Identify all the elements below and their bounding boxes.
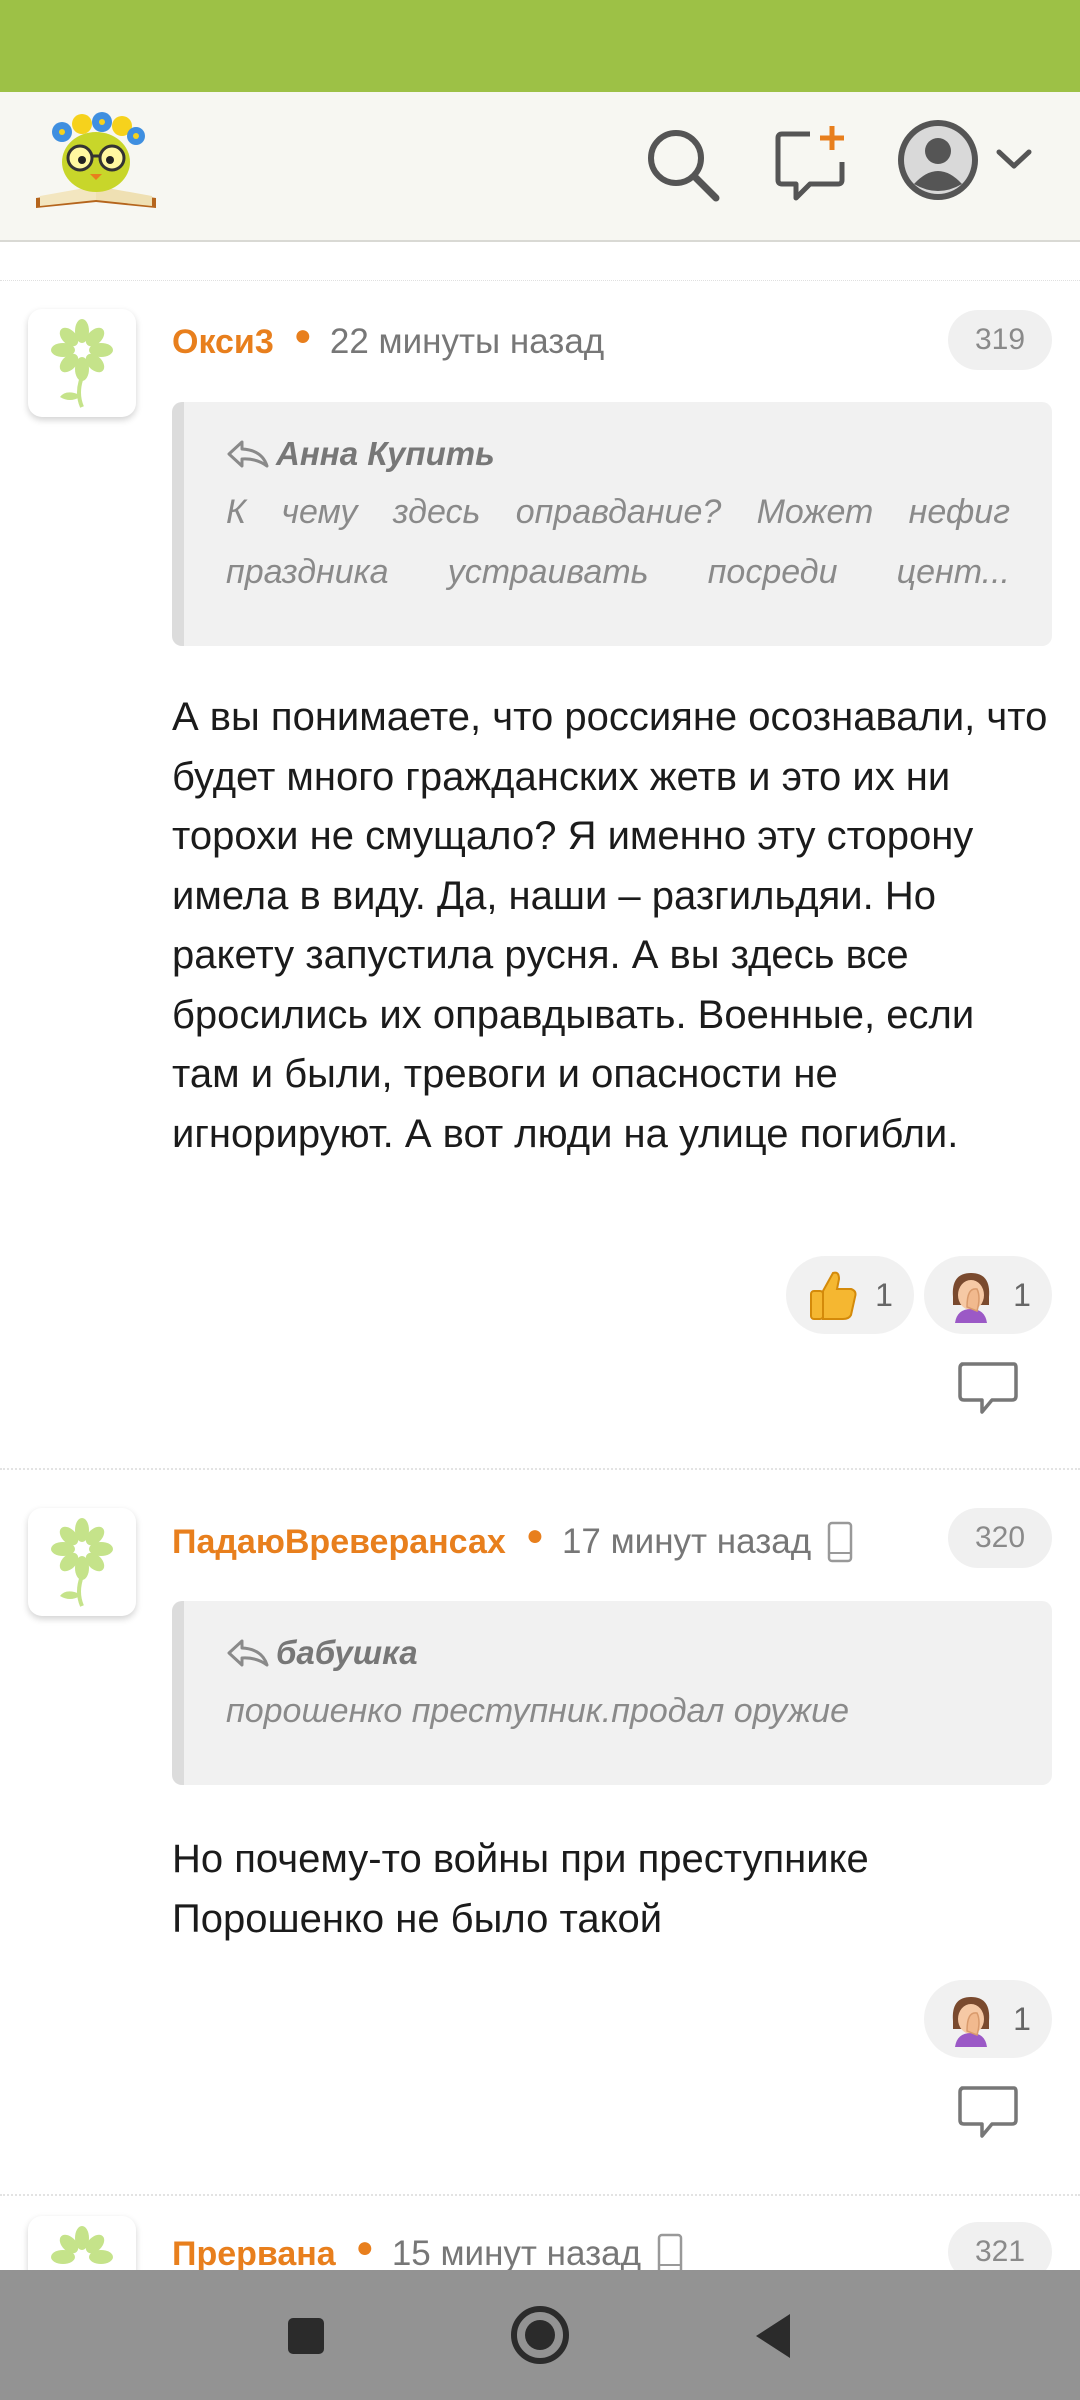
separator-dot: ● bbox=[525, 1519, 544, 1552]
comment-author[interactable]: ПадаюВреверансах bbox=[172, 1523, 506, 1562]
reply-comment-icon[interactable] bbox=[956, 1360, 1020, 1418]
mobile-device-icon bbox=[657, 2233, 683, 2275]
comment-body: А вы понимаете, что россияне осознавали,… bbox=[172, 695, 1048, 1156]
quote-author-row: Анна Купить bbox=[226, 430, 1010, 478]
facepalm-icon bbox=[952, 1997, 990, 2047]
quote-author: Анна Купить bbox=[276, 435, 495, 472]
comment-avatar[interactable] bbox=[28, 309, 136, 417]
daisy-icon bbox=[51, 1518, 113, 1607]
app-header bbox=[0, 92, 1080, 242]
separator-dot: ● bbox=[293, 319, 312, 352]
thumbs-up-icon bbox=[810, 1271, 857, 1320]
comment-author[interactable]: Прервана bbox=[172, 2235, 336, 2274]
status-bar bbox=[0, 0, 1080, 92]
comment-author[interactable]: Окси3 bbox=[172, 323, 274, 362]
chevron-down-icon bbox=[996, 149, 1032, 169]
comment-meta: Окси3 ● 22 минуты назад bbox=[172, 318, 604, 366]
quote-block[interactable]: бабушка порошенко преступник.продал оруж… bbox=[172, 1601, 1052, 1785]
search-icon[interactable] bbox=[640, 122, 724, 206]
reply-arrow-icon bbox=[227, 440, 269, 468]
comment-time: 15 минут назад bbox=[391, 2234, 642, 2273]
recent-apps-button[interactable] bbox=[282, 2304, 330, 2368]
comment-body: Но почему-то войны при преступнике Порош… bbox=[172, 1837, 869, 1941]
divider bbox=[0, 280, 1080, 281]
mobile-device-icon bbox=[827, 1521, 853, 1563]
quote-line: порошенко преступник.продал оружие bbox=[226, 1692, 849, 1730]
quote-line: праздника устраивать посреди цент... bbox=[226, 553, 1010, 591]
comment-separator bbox=[0, 1468, 1080, 1470]
comment-separator bbox=[0, 2194, 1080, 2196]
quote-author-row: бабушка bbox=[226, 1629, 1010, 1677]
reaction-count: 1 bbox=[1013, 1276, 1031, 1313]
avatar-icon bbox=[898, 120, 978, 200]
back-button[interactable] bbox=[748, 2304, 796, 2368]
reply-comment-icon[interactable] bbox=[956, 2084, 1020, 2142]
comment-number[interactable]: 319 bbox=[948, 310, 1052, 370]
quote-block[interactable]: Анна Купить К чему здесь оправдание? Мож… bbox=[172, 402, 1052, 646]
comment-avatar[interactable] bbox=[28, 1508, 136, 1616]
quote-line: К чему здесь оправдание? Может нефиг bbox=[226, 493, 1010, 531]
reaction-facepalm[interactable]: 1 bbox=[924, 1980, 1052, 2058]
new-post-icon[interactable] bbox=[770, 122, 854, 206]
quote-author: бабушка bbox=[276, 1634, 418, 1671]
comment-time: 22 минуты назад bbox=[329, 322, 605, 361]
logo-owl-icon[interactable] bbox=[32, 106, 160, 218]
profile-menu[interactable] bbox=[896, 118, 1046, 210]
facepalm-icon bbox=[952, 1273, 990, 1323]
comment-time: 17 минут назад bbox=[561, 1522, 812, 1561]
reaction-thumbs-up[interactable]: 1 bbox=[786, 1256, 914, 1334]
home-button[interactable] bbox=[506, 2298, 574, 2372]
reaction-count: 1 bbox=[1013, 2000, 1031, 2037]
reaction-facepalm[interactable]: 1 bbox=[924, 1256, 1052, 1334]
daisy-icon bbox=[51, 319, 113, 408]
comment-number[interactable]: 320 bbox=[948, 1508, 1052, 1568]
reply-arrow-icon bbox=[227, 1639, 269, 1667]
system-nav-bar bbox=[0, 2270, 1080, 2400]
comment-meta: ПадаюВреверансах ● 17 минут назад bbox=[172, 1518, 853, 1566]
separator-dot: ● bbox=[355, 2231, 374, 2264]
reaction-count: 1 bbox=[875, 1276, 893, 1313]
